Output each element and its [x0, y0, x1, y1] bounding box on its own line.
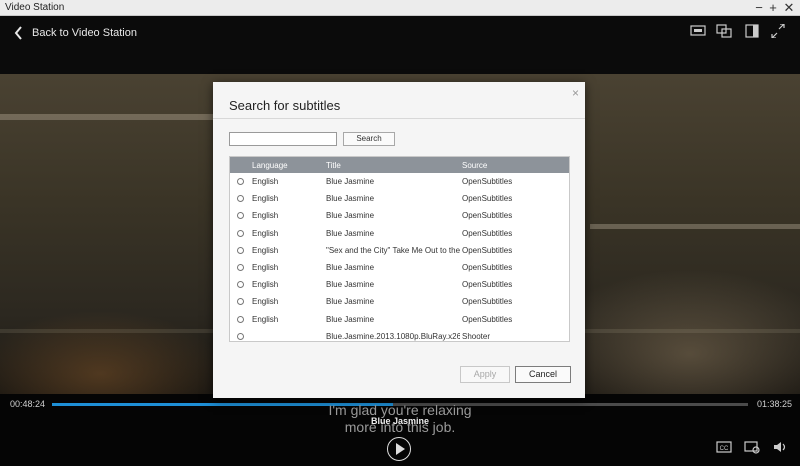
column-header-title[interactable]: Title	[326, 161, 341, 170]
column-header-language[interactable]: Language	[252, 161, 288, 170]
play-button[interactable]	[387, 437, 411, 461]
duration-time: 01:38:25	[757, 399, 793, 409]
back-button[interactable]: Back to Video Station	[14, 22, 137, 44]
cell-language: English	[252, 280, 279, 290]
switch-device-icon[interactable]	[716, 24, 732, 38]
maximize-button[interactable]: +	[766, 1, 780, 15]
cell-language: English	[252, 228, 279, 238]
apply-button[interactable]: Apply	[460, 366, 510, 383]
cell-language: English	[252, 177, 279, 186]
cell-language: English	[252, 245, 279, 255]
cell-source: OpenSubtitles	[462, 280, 513, 290]
cell-title: Blue Jasmine	[326, 314, 375, 324]
closed-caption-icon[interactable]: CC	[716, 440, 732, 454]
table-row[interactable]: English Blue Jasmine OpenSubtitles	[230, 207, 569, 224]
cell-language: English	[252, 297, 279, 307]
settings-icon[interactable]	[744, 440, 760, 454]
video-scenery	[590, 224, 800, 229]
cell-language: English	[252, 314, 279, 324]
elapsed-time: 00:48:24	[10, 399, 46, 409]
video-scenery	[0, 114, 220, 120]
cell-language: English	[252, 211, 279, 221]
close-window-button[interactable]: ✕	[782, 1, 796, 15]
volume-icon[interactable]	[772, 440, 788, 454]
close-icon[interactable]: ×	[572, 86, 579, 100]
fullscreen-icon[interactable]	[770, 24, 786, 38]
table-row[interactable]: English Blue Jasmine OpenSubtitles	[230, 311, 569, 328]
dialog-divider	[213, 118, 585, 119]
subtitle-search-input[interactable]	[229, 132, 337, 146]
cell-title: Blue.Jasmine.2013.1080p.BluRay.x264...	[326, 331, 460, 341]
cell-source: OpenSubtitles	[462, 194, 513, 204]
cell-title: Blue Jasmine	[326, 211, 375, 221]
cell-language: English	[252, 194, 279, 204]
row-select-radio[interactable]	[237, 315, 244, 323]
player-header: Back to Video Station	[0, 16, 800, 74]
cell-title: Blue Jasmine	[326, 177, 375, 186]
table-row[interactable]: Blue.Jasmine.2013.1080p.BluRay.x264... Sh…	[230, 328, 569, 341]
subtitle-results-table: Language Title Source English Blue Jasmin…	[229, 156, 570, 342]
cell-source: OpenSubtitles	[462, 297, 513, 307]
table-row[interactable]: English Blue Jasmine OpenSubtitles	[230, 190, 569, 207]
table-row[interactable]: English Blue Jasmine OpenSubtitles	[230, 225, 569, 242]
cell-title: Blue Jasmine	[326, 297, 375, 307]
sidebar-toggle-icon[interactable]	[744, 24, 760, 38]
player-controls: 00:48:24 01:38:25 I'm glad you're relaxi…	[0, 394, 800, 466]
chevron-left-icon	[14, 26, 22, 40]
back-label: Back to Video Station	[32, 27, 137, 39]
table-body: English Blue Jasmine OpenSubtitles English B…	[230, 173, 569, 341]
cell-language: English	[252, 262, 279, 272]
row-select-radio[interactable]	[237, 281, 244, 289]
row-select-radio[interactable]	[237, 298, 244, 306]
table-header: Language Title Source	[230, 157, 569, 173]
window-title: Video Station	[5, 2, 65, 13]
cell-title: Blue Jasmine	[326, 194, 375, 204]
minimize-button[interactable]: −	[752, 1, 766, 15]
movie-title: Blue Jasmine	[370, 416, 430, 426]
dialog-title: Search for subtitles	[229, 98, 341, 113]
cell-source: OpenSubtitles	[462, 262, 513, 272]
cell-source: OpenSubtitles	[462, 177, 513, 186]
row-select-radio[interactable]	[237, 195, 244, 203]
row-select-radio[interactable]	[237, 263, 244, 271]
cell-source: OpenSubtitles	[462, 314, 513, 324]
cell-title: Blue Jasmine	[326, 228, 375, 238]
table-row[interactable]: English "Sex and the City" Take Me Out to…	[230, 242, 569, 259]
cell-source: Shooter	[462, 331, 491, 341]
row-select-radio[interactable]	[237, 212, 244, 220]
row-select-radio[interactable]	[237, 178, 244, 185]
cell-source: OpenSubtitles	[462, 228, 513, 238]
cell-source: OpenSubtitles	[462, 245, 513, 255]
window-titlebar: Video Station − + ✕	[0, 0, 800, 16]
cell-source: OpenSubtitles	[462, 211, 513, 221]
row-select-radio[interactable]	[237, 332, 244, 340]
subtitle-search-dialog: Search for subtitles × Search Language T…	[213, 82, 585, 398]
search-button[interactable]: Search	[343, 132, 395, 146]
cell-title: "Sex and the City" Take Me Out to the B.…	[326, 245, 460, 255]
cell-title: Blue Jasmine	[326, 280, 375, 290]
table-row[interactable]: English Blue Jasmine OpenSubtitles	[230, 173, 569, 190]
svg-text:CC: CC	[720, 446, 729, 452]
cancel-button[interactable]: Cancel	[515, 366, 571, 383]
row-select-radio[interactable]	[237, 246, 244, 254]
cell-title: Blue Jasmine	[326, 262, 375, 272]
column-header-source[interactable]: Source	[462, 161, 487, 170]
table-row[interactable]: English Blue Jasmine OpenSubtitles	[230, 259, 569, 276]
table-row[interactable]: English Blue Jasmine OpenSubtitles	[230, 293, 569, 310]
cast-icon[interactable]	[690, 24, 706, 38]
table-row[interactable]: English Blue Jasmine OpenSubtitles	[230, 276, 569, 293]
row-select-radio[interactable]	[237, 229, 244, 237]
